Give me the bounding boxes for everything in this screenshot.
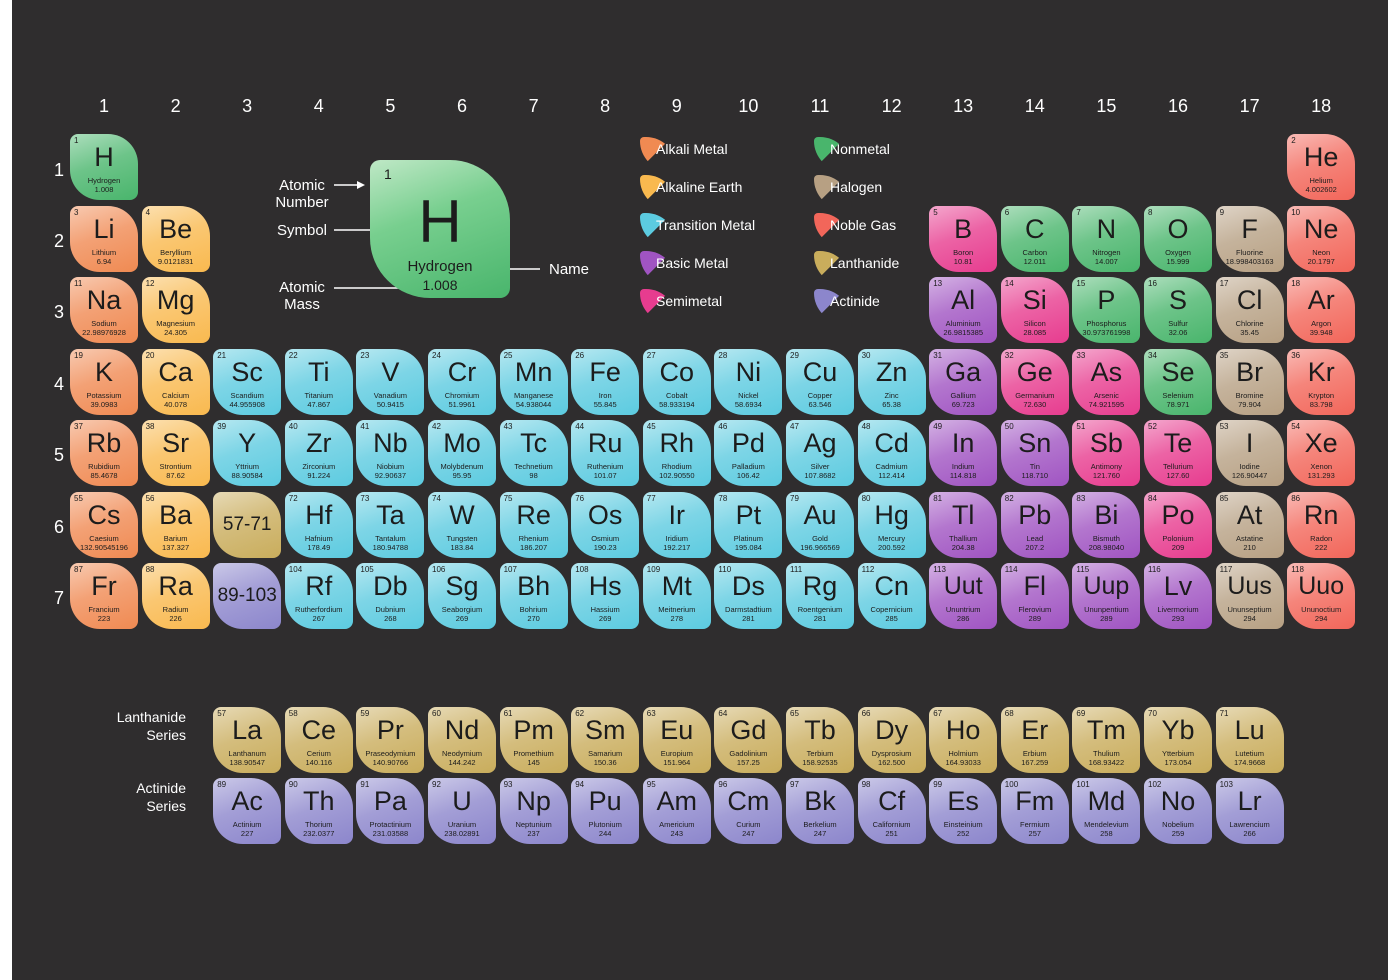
periodic-table-board: 1 2 3 4 5 6 7 8 9 10 11 12 13 14 15 16 17 18 1234567 1 H Hy…	[12, 0, 1388, 980]
name-label: Name	[548, 261, 589, 278]
key-example-name: Hydrogen	[407, 258, 473, 275]
atomic-mass-label: Atomic Mass	[279, 279, 325, 313]
key-arrows	[334, 181, 540, 292]
symbol-label: Symbol	[276, 222, 328, 239]
atomic-number-label: Atomic Number	[275, 177, 329, 211]
actinide-series-label: Actinide Series	[136, 780, 186, 814]
key-example-mass: 1.008	[422, 277, 458, 293]
lanthanide-series-label: Lanthanide Series	[116, 709, 186, 743]
key-example-symbol: H	[418, 188, 462, 255]
key-example-tile: 1 H Hydrogen 1.008	[370, 160, 510, 298]
key-example-number: 1	[384, 166, 392, 182]
